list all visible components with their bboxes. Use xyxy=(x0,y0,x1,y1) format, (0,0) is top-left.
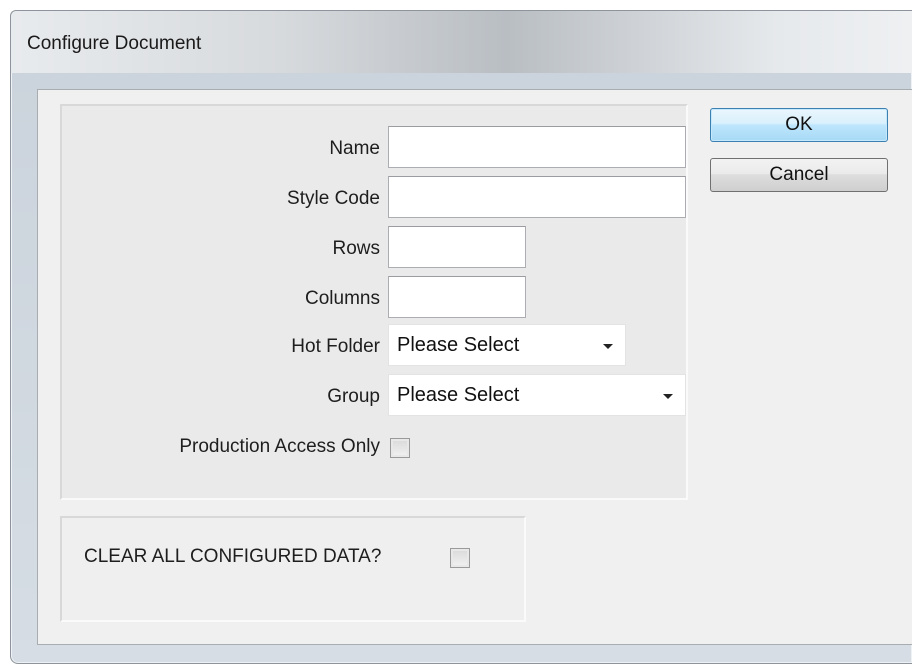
name-label: Name xyxy=(329,138,380,159)
clear-data-checkbox[interactable] xyxy=(450,548,470,568)
name-field[interactable] xyxy=(388,126,686,168)
title-bar[interactable]: Configure Document xyxy=(11,11,912,73)
dialog-title: Configure Document xyxy=(27,33,202,54)
cancel-button[interactable]: Cancel xyxy=(710,158,888,192)
clear-data-group: CLEAR ALL CONFIGURED DATA? xyxy=(60,516,526,622)
hot-folder-value: Please Select xyxy=(397,334,520,356)
style-code-field[interactable] xyxy=(388,176,686,218)
production-access-label: Production Access Only xyxy=(179,436,380,457)
chevron-down-icon xyxy=(603,344,613,349)
hot-folder-label: Hot Folder xyxy=(291,336,380,357)
document-settings-group: Name Style Code Rows Columns Hot Folder … xyxy=(60,104,688,500)
group-value: Please Select xyxy=(397,384,520,406)
rows-label: Rows xyxy=(332,238,380,259)
clear-data-label: CLEAR ALL CONFIGURED DATA? xyxy=(84,546,382,567)
ok-button[interactable]: OK xyxy=(710,108,888,142)
style-code-label: Style Code xyxy=(287,188,380,209)
chevron-down-icon xyxy=(663,394,673,399)
hot-folder-select[interactable]: Please Select xyxy=(388,324,626,366)
dialog-body: Name Style Code Rows Columns Hot Folder … xyxy=(37,89,912,645)
group-select[interactable]: Please Select xyxy=(388,374,686,416)
configure-document-dialog: Configure Document Name Style Code Rows … xyxy=(10,10,912,664)
production-access-checkbox[interactable] xyxy=(390,438,410,458)
columns-field[interactable] xyxy=(388,276,526,318)
columns-label: Columns xyxy=(305,288,380,309)
group-label: Group xyxy=(327,386,380,407)
rows-field[interactable] xyxy=(388,226,526,268)
